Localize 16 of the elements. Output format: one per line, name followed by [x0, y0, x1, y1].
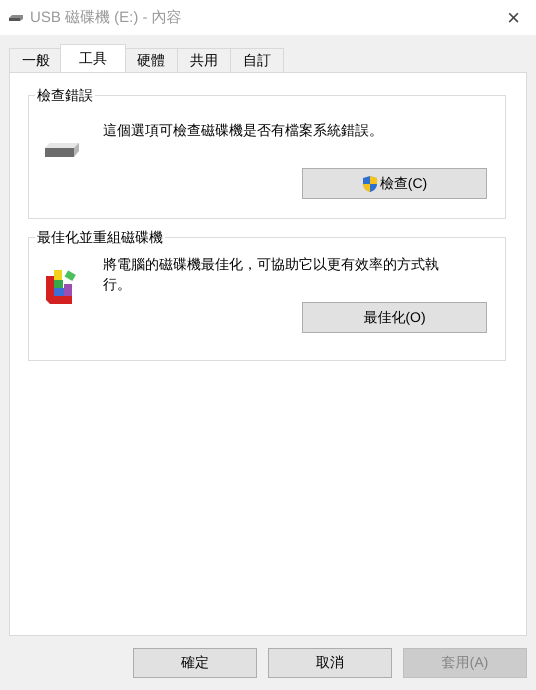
description-text: 將電腦的磁碟機最佳化，可協助它以更有效率的方式執行。 — [103, 255, 440, 294]
drive-icon — [8, 14, 24, 22]
group-title: 檢查錯誤 — [35, 87, 95, 103]
action-button[interactable]: 檢查(C) — [302, 168, 487, 199]
drive-icon — [44, 142, 80, 158]
action-button[interactable]: 最佳化(O) — [302, 302, 487, 333]
window-title: USB 磁碟機 (E:) - 內容 — [30, 8, 183, 27]
dialog-button[interactable]: 確定 — [133, 648, 257, 678]
tab[interactable]: 一般 — [9, 48, 63, 72]
close-button[interactable]: × — [499, 4, 528, 30]
shield-icon — [362, 174, 378, 192]
tab[interactable]: 自訂 — [230, 48, 284, 72]
group-title: 最佳化並重組磁碟機 — [35, 229, 165, 245]
description-text: 這個選項可檢查磁碟機是否有檔案系統錯誤。 — [103, 121, 383, 140]
dialog-button[interactable]: 取消 — [268, 648, 392, 678]
tab[interactable]: 工具 — [60, 44, 126, 72]
